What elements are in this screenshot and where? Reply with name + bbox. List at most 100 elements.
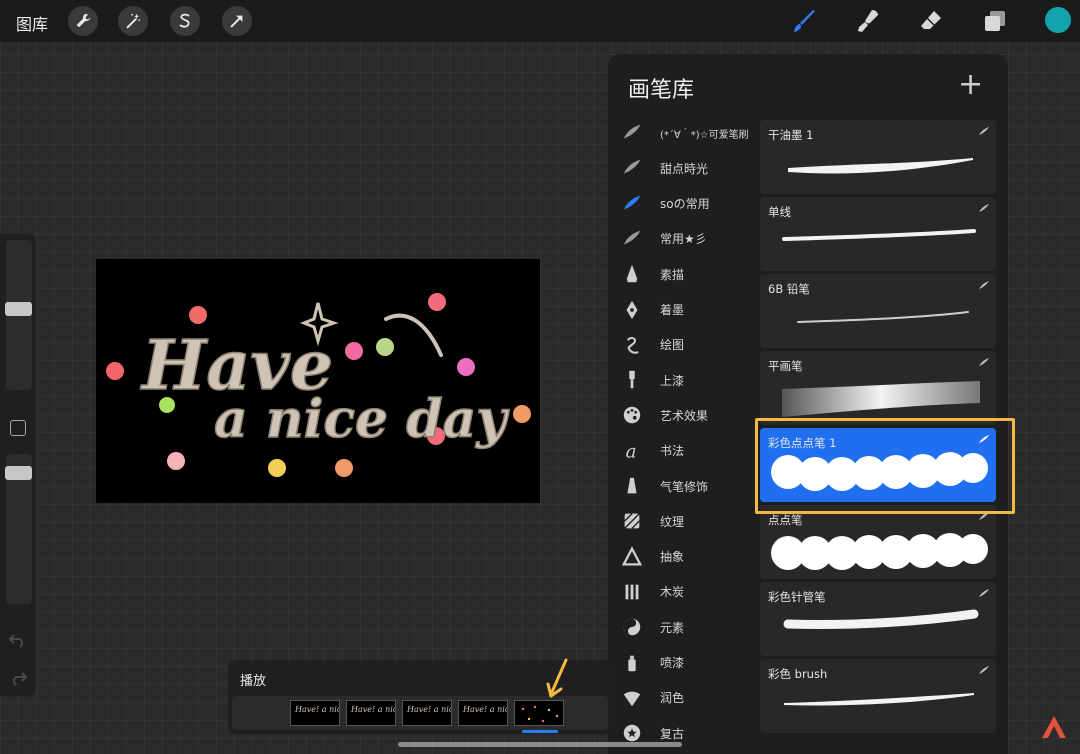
brush-card[interactable]: 平画笔	[760, 351, 996, 425]
svg-text:a: a	[626, 441, 637, 462]
animation-frame[interactable]: Have! a nice day	[290, 700, 340, 726]
canvas-artwork[interactable]: Have a nice day	[96, 259, 540, 503]
library-title: 画笔库	[628, 78, 695, 103]
modify-button[interactable]	[10, 420, 26, 436]
animation-frame[interactable]: Have! a nice day	[346, 700, 396, 726]
brush-category[interactable]: 元素	[620, 610, 770, 644]
brush-card[interactable]: 干油墨 1	[760, 120, 996, 194]
confetti-dot	[457, 358, 475, 376]
category-label: 着墨	[660, 303, 685, 317]
adjustments-wand-button[interactable]	[118, 6, 148, 36]
frame-thumbnail: Have! a nice day	[294, 705, 340, 714]
category-label: 上漆	[660, 373, 685, 388]
category-label: (*´∀｀*)☆可爱笔刷	[660, 129, 749, 141]
triangle-icon	[620, 545, 644, 569]
smudge-icon	[858, 10, 878, 32]
transform-button[interactable]	[222, 6, 252, 36]
swirl-icon	[620, 333, 644, 357]
brush-category[interactable]: 气笔修饰	[620, 469, 770, 503]
gallery-button[interactable]: 图库	[16, 11, 48, 35]
confetti-dot	[513, 405, 531, 423]
layers-button[interactable]	[980, 6, 1010, 36]
brush-icon	[794, 10, 815, 32]
brush-name: 平画笔	[768, 359, 803, 373]
brush-name: 彩色 brush	[768, 667, 828, 681]
selection-icon	[179, 13, 190, 28]
brush-category[interactable]: 素描	[620, 257, 770, 291]
brush-size-thumb[interactable]	[5, 302, 32, 316]
add-brush-set-button[interactable]: +	[958, 70, 983, 100]
palette-icon	[620, 403, 644, 427]
brush-name: 干油墨 1	[768, 128, 814, 142]
brush-category[interactable]: 抽象	[620, 540, 770, 574]
top-toolbar: 图库	[0, 0, 1080, 42]
category-label: 素描	[660, 267, 685, 282]
brush-category[interactable]: 甜点時光	[620, 151, 770, 185]
opacity-thumb[interactable]	[5, 466, 32, 480]
brush-category[interactable]: soの常用	[620, 187, 770, 221]
category-label: 喷漆	[660, 656, 685, 670]
category-label: 艺术效果	[660, 408, 709, 423]
category-label: 绘图	[660, 338, 685, 353]
brush-flag-icon	[979, 666, 989, 674]
category-label: 纹理	[660, 514, 685, 529]
confetti-dot	[376, 338, 394, 356]
brush-category[interactable]: a 书法	[620, 434, 770, 468]
brush-category[interactable]: (*´∀｀*)☆可爱笔刷	[620, 116, 770, 150]
transform-arrow-icon	[230, 15, 243, 28]
animation-frame-current[interactable]	[514, 700, 564, 726]
brush-card[interactable]: 点点笔	[760, 505, 996, 579]
brush-name: 单线	[768, 205, 791, 219]
brush-stroke-preview	[782, 229, 976, 241]
animation-frame[interactable]: Have! a nice day	[458, 700, 508, 726]
swoosh-mark	[384, 313, 443, 357]
smudge-tool-button[interactable]	[854, 6, 884, 36]
redo-icon[interactable]	[8, 670, 28, 686]
brush-flag-icon	[979, 204, 989, 212]
brush-category[interactable]: 喷漆	[620, 646, 770, 680]
category-label: soの常用	[660, 197, 710, 212]
brush-card[interactable]: 彩色 brush	[760, 659, 996, 733]
frame-thumbnail: Have! a nice day	[462, 705, 507, 714]
brush-category[interactable]: 木炭	[620, 575, 770, 609]
frame-thumbnail: Have! a nice day	[406, 705, 451, 714]
actions-wrench-button[interactable]	[68, 6, 98, 36]
selected-brush-highlight	[755, 418, 1015, 514]
brush-stroke-icon	[620, 121, 644, 145]
brush-category[interactable]: 纹理	[620, 504, 770, 538]
calligraphy-icon: a	[620, 439, 644, 463]
category-label: 书法	[660, 444, 685, 459]
animation-frame[interactable]: Have! a nice day	[402, 700, 452, 726]
layers-icon	[985, 11, 1005, 31]
artwork-drawing: Have a nice day	[106, 293, 531, 477]
brush-tool-button[interactable]	[790, 6, 820, 36]
confetti-dot	[167, 452, 185, 470]
pointer-arrow-icon	[546, 658, 568, 698]
eraser-icon	[921, 11, 941, 29]
confetti-dot	[428, 293, 446, 311]
brush-category[interactable]: 绘图	[620, 328, 770, 362]
brush-card[interactable]: 6B 铅笔	[760, 274, 996, 348]
shell-icon	[620, 686, 644, 710]
brush-card[interactable]: 单线	[760, 197, 996, 271]
category-label: 气笔修饰	[660, 479, 709, 494]
brush-category[interactable]: 润色	[620, 681, 770, 715]
frame-text: Have! a nice day	[294, 705, 340, 714]
brush-stroke-preview	[782, 381, 980, 417]
eraser-tool-button[interactable]	[916, 6, 946, 36]
brush-category[interactable]: 艺术效果	[620, 398, 770, 432]
frame-text: Have! a nice day	[350, 705, 396, 714]
play-button[interactable]: 播放	[240, 670, 266, 689]
brush-category[interactable]: 上漆	[620, 363, 770, 397]
undo-icon[interactable]	[8, 632, 28, 648]
brush-card[interactable]: 彩色针管笔	[760, 582, 996, 656]
charcoal-icon	[620, 580, 644, 604]
category-label: 复古	[660, 726, 685, 741]
brush-category[interactable]: 着墨	[620, 293, 770, 327]
selection-button[interactable]	[170, 6, 200, 36]
magic-wand-icon	[126, 13, 141, 29]
brush-category[interactable]: 常用★彡	[620, 222, 770, 256]
color-picker-button[interactable]	[1045, 7, 1071, 33]
brush-stroke-icon	[620, 227, 644, 251]
confetti-dot	[268, 459, 286, 477]
